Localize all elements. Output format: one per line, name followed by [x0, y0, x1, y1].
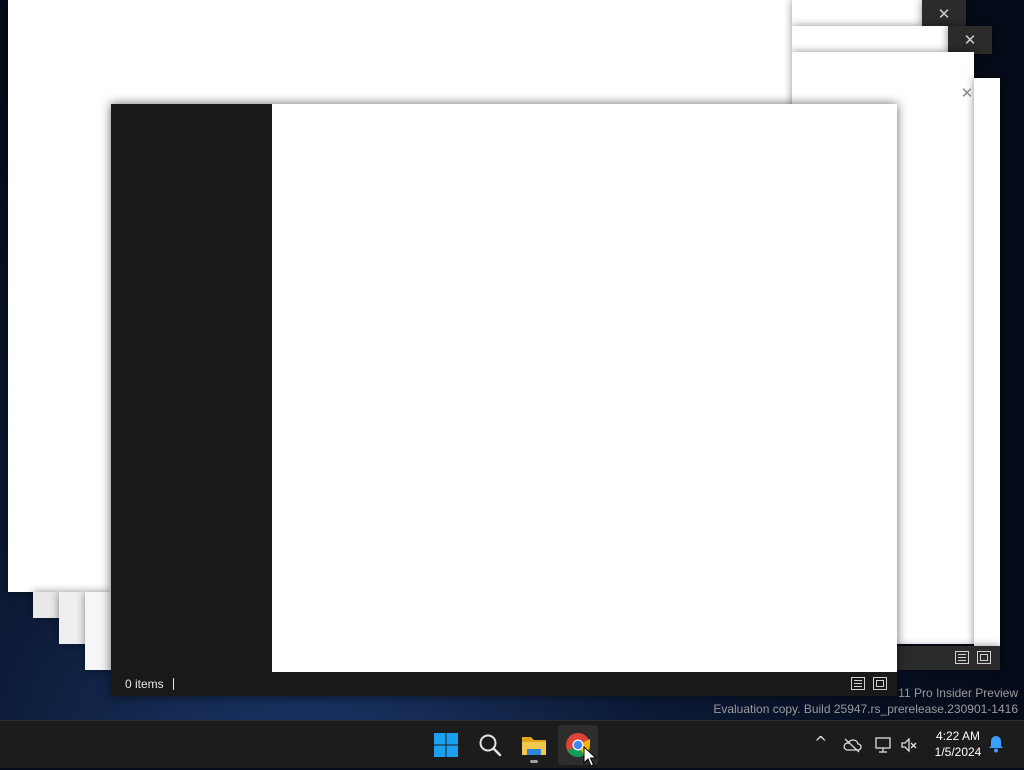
file-explorer-taskbar-button[interactable] [514, 725, 554, 765]
background-window-3-titlebar[interactable]: ✕ [948, 26, 992, 54]
close-icon[interactable]: ✕ [954, 80, 980, 106]
start-button[interactable] [426, 725, 466, 765]
windows-logo-icon [434, 733, 458, 757]
clock[interactable]: 4:22 AM 1/5/2024 [924, 728, 992, 760]
details-view-icon[interactable] [955, 651, 969, 664]
background-window-2-titlebar[interactable]: ✕ [922, 0, 966, 28]
clock-date: 1/5/2024 [934, 745, 982, 759]
status-separator [173, 678, 174, 690]
close-icon[interactable]: ✕ [947, 27, 993, 53]
background-window-edge-1 [33, 592, 59, 618]
folder-icon [522, 737, 546, 755]
volume-muted-icon[interactable] [900, 737, 918, 753]
show-hidden-icons-chevron[interactable]: ^ [814, 733, 827, 752]
large-icons-view-icon[interactable] [873, 677, 887, 690]
background-window-edge-3 [85, 592, 111, 670]
onedrive-offline-icon[interactable] [842, 737, 862, 753]
navigation-pane[interactable] [111, 104, 271, 672]
details-view-icon[interactable] [851, 677, 865, 690]
running-indicator [530, 760, 538, 763]
mouse-cursor-icon [583, 746, 597, 767]
file-list-pane[interactable] [272, 104, 897, 672]
background-window-edge-2 [59, 592, 85, 644]
tiles-view-icon[interactable] [977, 651, 991, 664]
background-window-2[interactable] [792, 0, 922, 26]
watermark-build: Evaluation copy. Build 25947.rs_prerelea… [713, 702, 1018, 716]
file-explorer-window[interactable]: 0 items [111, 104, 897, 696]
clock-time: 4:22 AM [935, 729, 981, 743]
item-count: 0 items [125, 677, 164, 691]
taskbar: ^ 4:22 AM 1/5/2024 [0, 720, 1024, 768]
background-window-3[interactable] [792, 26, 948, 52]
background-window-5[interactable]: ✕ [961, 78, 1000, 648]
close-icon[interactable]: ✕ [921, 1, 967, 27]
network-icon[interactable] [874, 737, 892, 753]
background-window-statusbar [897, 646, 1000, 670]
status-bar: 0 items [111, 672, 897, 696]
search-icon [479, 734, 502, 757]
notification-bell-icon[interactable] [988, 735, 1004, 753]
search-button[interactable] [470, 725, 510, 765]
